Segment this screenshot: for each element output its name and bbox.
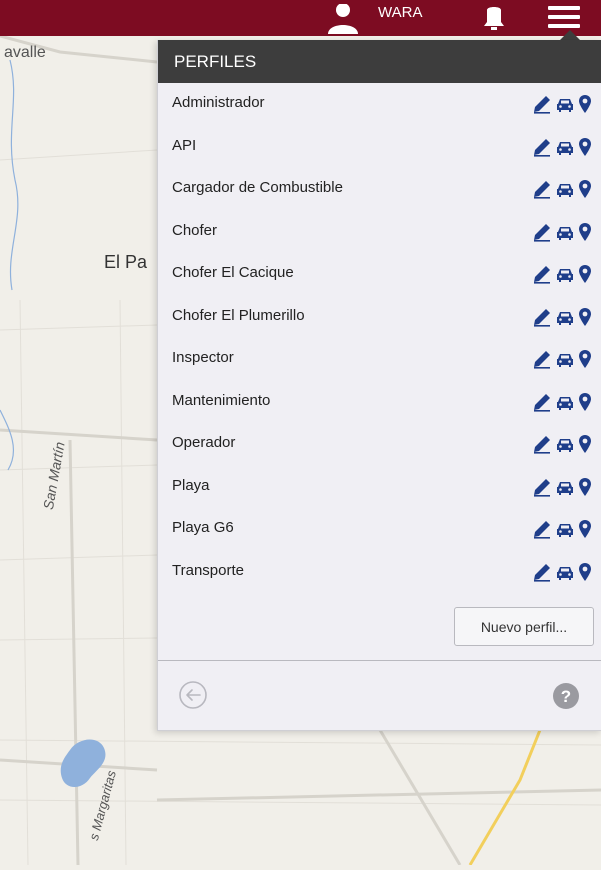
bell-icon[interactable] [482,6,506,32]
car-icon[interactable] [555,94,575,114]
user-name[interactable]: WARA [378,4,422,21]
new-profile-button[interactable]: Nuevo perfil... [454,607,594,646]
map-label-town: El Pa [104,252,148,272]
panel-pointer-arrow [560,30,580,40]
pencil-icon[interactable] [532,562,552,582]
pencil-icon[interactable] [532,222,552,242]
pencil-icon[interactable] [532,392,552,412]
profile-name[interactable]: Operador [172,434,235,451]
profile-actions [532,349,592,369]
map-pin-icon[interactable] [578,349,592,369]
profile-actions [532,307,592,327]
profile-row[interactable]: Cargador de Combustible [158,168,601,211]
profile-row[interactable]: Chofer [158,211,601,254]
map-pin-icon[interactable] [578,562,592,582]
car-icon[interactable] [555,519,575,539]
profile-row[interactable]: Playa [158,466,601,509]
map-pin-icon[interactable] [578,307,592,327]
profile-actions [532,519,592,539]
car-icon[interactable] [555,264,575,284]
profile-actions [532,264,592,284]
profile-row[interactable]: Chofer El Plumerillo [158,296,601,339]
profile-name[interactable]: Chofer El Plumerillo [172,307,305,324]
profile-actions [532,179,592,199]
pencil-icon[interactable] [532,94,552,114]
profile-row[interactable]: API [158,126,601,169]
profile-row[interactable]: Operador [158,423,601,466]
profile-name[interactable]: API [172,137,196,154]
profile-name[interactable]: Playa G6 [172,519,234,536]
pencil-icon[interactable] [532,264,552,284]
map-pin-icon[interactable] [578,264,592,284]
map-pin-icon[interactable] [578,477,592,497]
profile-actions [532,434,592,454]
pencil-icon[interactable] [532,137,552,157]
help-icon[interactable]: ? [552,682,580,710]
menu-bar-line [548,15,580,19]
car-icon[interactable] [555,434,575,454]
map-pin-icon[interactable] [578,222,592,242]
map-pin-icon[interactable] [578,137,592,157]
profile-actions [532,562,592,582]
car-icon[interactable] [555,307,575,327]
profile-actions [532,392,592,412]
profile-name[interactable]: Transporte [172,562,244,579]
user-icon[interactable] [326,4,360,34]
profile-list: Administrador API Cargador de Combustible C… [158,83,601,593]
car-icon[interactable] [555,222,575,242]
pencil-icon[interactable] [532,179,552,199]
svg-text:?: ? [561,687,571,706]
panel-footer: ? [158,660,601,731]
pencil-icon[interactable] [532,519,552,539]
profile-name[interactable]: Mantenimiento [172,392,270,409]
profile-name[interactable]: Cargador de Combustible [172,179,343,196]
car-icon[interactable] [555,477,575,497]
pencil-icon[interactable] [532,477,552,497]
car-icon[interactable] [555,137,575,157]
profile-name[interactable]: Chofer El Cacique [172,264,294,281]
map-pin-icon[interactable] [578,519,592,539]
profile-name[interactable]: Chofer [172,222,217,239]
car-icon[interactable] [555,562,575,582]
map-pin-icon[interactable] [578,434,592,454]
profile-row[interactable]: Inspector [158,338,601,381]
profile-actions [532,477,592,497]
profile-actions [532,94,592,114]
profile-name[interactable]: Inspector [172,349,234,366]
profiles-panel: PERFILES Administrador API Cargador de Com… [157,40,601,731]
profile-row[interactable]: Transporte [158,551,601,594]
profile-row[interactable]: Administrador [158,83,601,126]
profile-actions [532,222,592,242]
car-icon[interactable] [555,349,575,369]
profile-row[interactable]: Playa G6 [158,508,601,551]
menu-bar-line [548,24,580,28]
panel-title: PERFILES [158,40,601,83]
top-bar: WARA [0,0,601,36]
pencil-icon[interactable] [532,434,552,454]
map-pin-icon[interactable] [578,179,592,199]
profile-name[interactable]: Administrador [172,94,265,111]
map-label-top: avalle [4,44,46,61]
profile-name[interactable]: Playa [172,477,210,494]
menu-bar-line [548,6,580,10]
car-icon[interactable] [555,179,575,199]
map-pin-icon[interactable] [578,94,592,114]
profile-actions [532,137,592,157]
profile-row[interactable]: Chofer El Cacique [158,253,601,296]
pencil-icon[interactable] [532,349,552,369]
profile-row[interactable]: Mantenimiento [158,381,601,424]
map-pin-icon[interactable] [578,392,592,412]
pencil-icon[interactable] [532,307,552,327]
back-arrow-icon[interactable] [178,680,208,710]
car-icon[interactable] [555,392,575,412]
